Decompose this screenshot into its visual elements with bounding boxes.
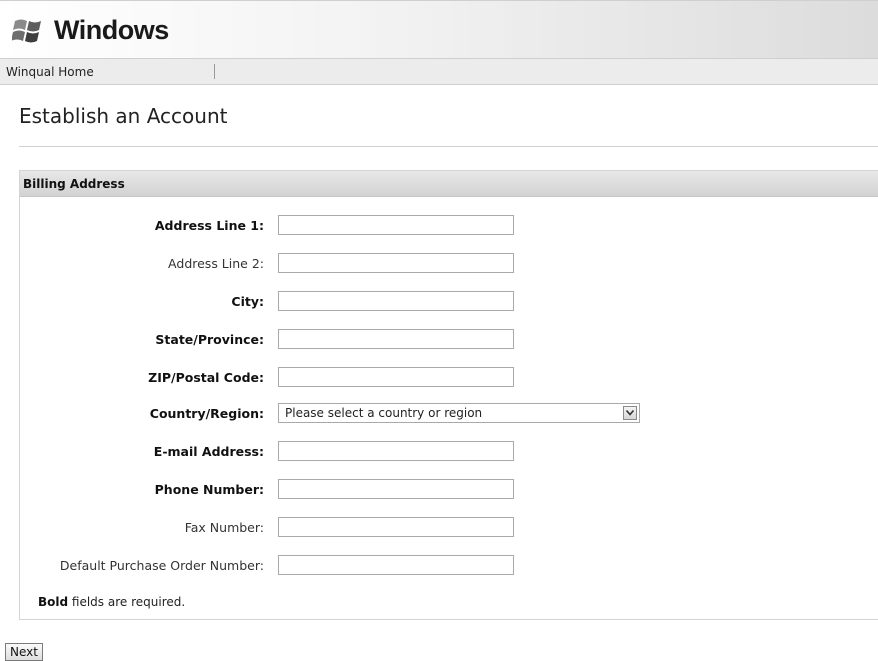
form-row-address-line-1: Address Line 1: — [20, 215, 878, 237]
address-line-1-input[interactable] — [278, 215, 514, 235]
phone-number-label: Phone Number: — [154, 482, 264, 497]
zip-postal-code-label: ZIP/Postal Code: — [148, 370, 264, 385]
city-label: City: — [231, 294, 264, 309]
required-fields-note: Bold fields are required. — [38, 595, 185, 609]
form-row-email-address: E-mail Address: — [20, 441, 878, 463]
billing-address-panel: Billing Address Address Line 1: Address … — [19, 170, 878, 620]
country-region-select[interactable]: Please select a country or region — [278, 403, 640, 423]
logo-text: Windows — [54, 14, 169, 45]
nav-bar: Winqual Home — [0, 58, 878, 85]
title-divider — [19, 146, 878, 147]
form-row-fax-number: Fax Number: — [20, 517, 878, 539]
form-row-country-region: Country/Region: Please select a country … — [20, 403, 878, 425]
country-region-label: Country/Region: — [149, 406, 264, 421]
address-line-2-input[interactable] — [278, 253, 514, 273]
form-row-address-line-2: Address Line 2: — [20, 253, 878, 275]
state-province-label: State/Province: — [155, 332, 264, 347]
required-note-bold: Bold — [38, 595, 69, 609]
default-po-number-label: Default Purchase Order Number: — [59, 558, 264, 573]
panel-header: Billing Address — [20, 171, 878, 197]
windows-flag-icon — [12, 19, 41, 43]
form-row-phone-number: Phone Number: — [20, 479, 878, 501]
fax-number-input[interactable] — [278, 517, 514, 537]
form-row-zip-postal-code: ZIP/Postal Code: — [20, 367, 878, 389]
email-address-input[interactable] — [278, 441, 514, 461]
state-province-input[interactable] — [278, 329, 514, 349]
email-address-label: E-mail Address: — [153, 444, 264, 459]
nav-divider — [214, 64, 215, 79]
windows-logo: Windows — [12, 13, 169, 47]
form-row-city: City: — [20, 291, 878, 313]
form-row-state-province: State/Province: — [20, 329, 878, 351]
address-line-1-label: Address Line 1: — [154, 218, 264, 233]
chevron-down-icon[interactable] — [623, 406, 637, 420]
panel-title: Billing Address — [23, 177, 125, 191]
page-title: Establish an Account — [19, 104, 228, 128]
form-row-default-po-number: Default Purchase Order Number: — [20, 555, 878, 577]
required-note-text: fields are required. — [68, 595, 186, 609]
nav-link-winqual-home[interactable]: Winqual Home — [6, 65, 94, 79]
site-header: Windows — [0, 0, 878, 58]
next-button[interactable]: Next — [5, 643, 43, 661]
address-line-2-label: Address Line 2: — [168, 256, 264, 271]
zip-postal-code-input[interactable] — [278, 367, 514, 387]
default-po-number-input[interactable] — [278, 555, 514, 575]
city-input[interactable] — [278, 291, 514, 311]
fax-number-label: Fax Number: — [184, 520, 264, 535]
country-region-selected-value: Please select a country or region — [285, 406, 483, 420]
phone-number-input[interactable] — [278, 479, 514, 499]
